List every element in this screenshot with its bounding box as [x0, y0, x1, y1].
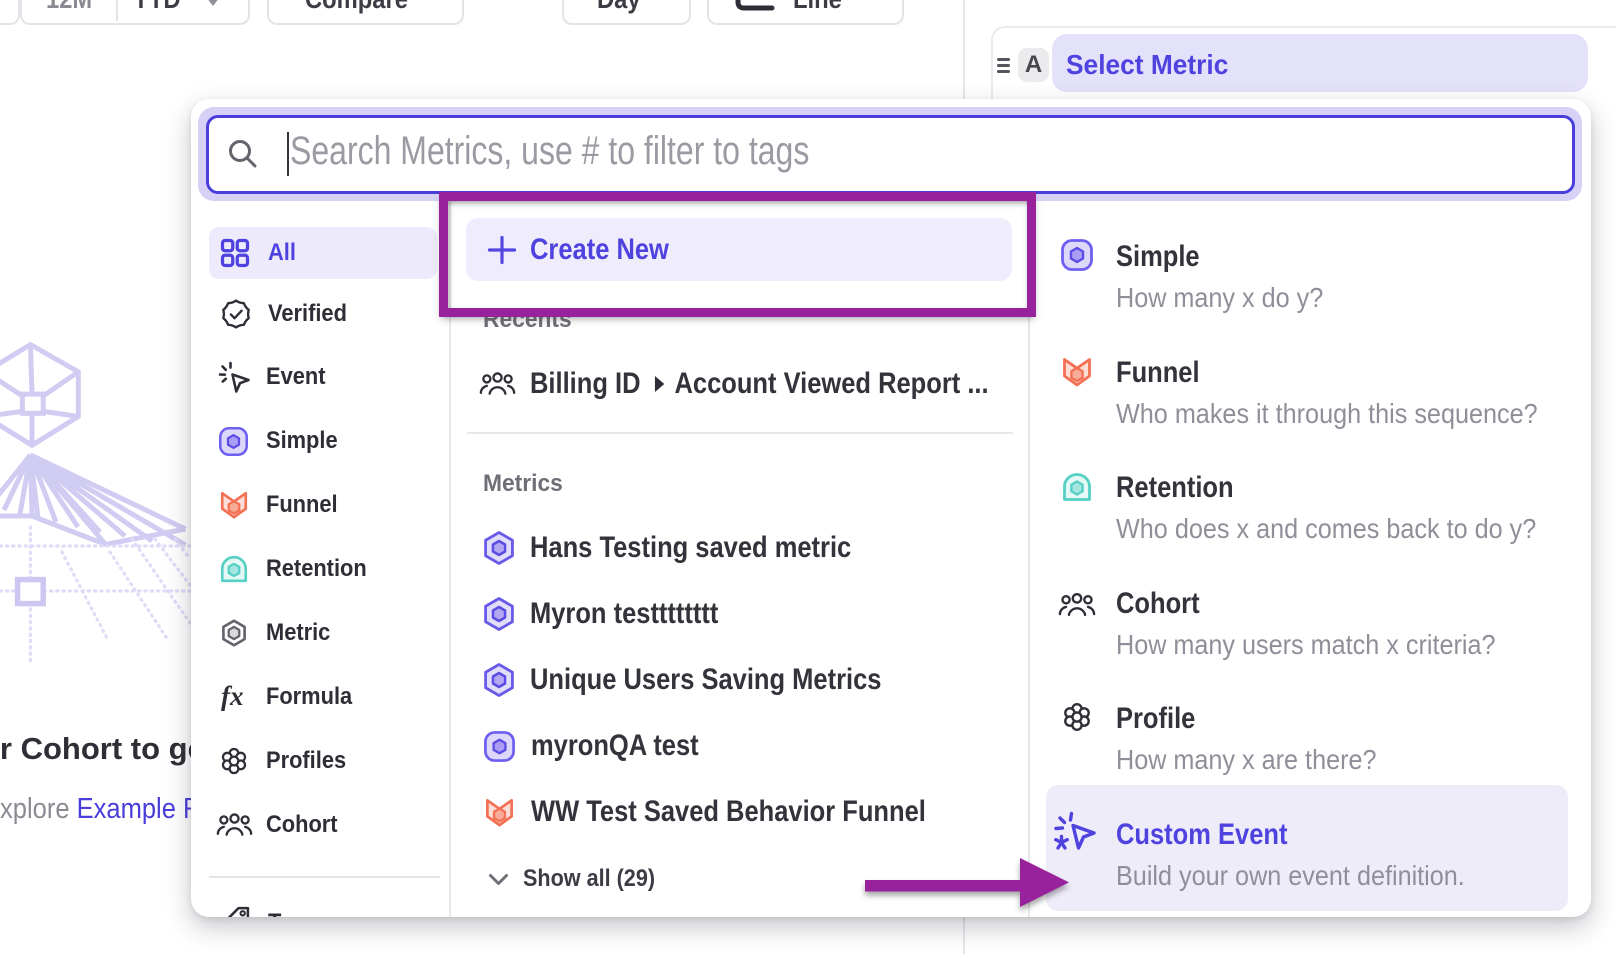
- svg-text:fx: fx: [221, 681, 244, 711]
